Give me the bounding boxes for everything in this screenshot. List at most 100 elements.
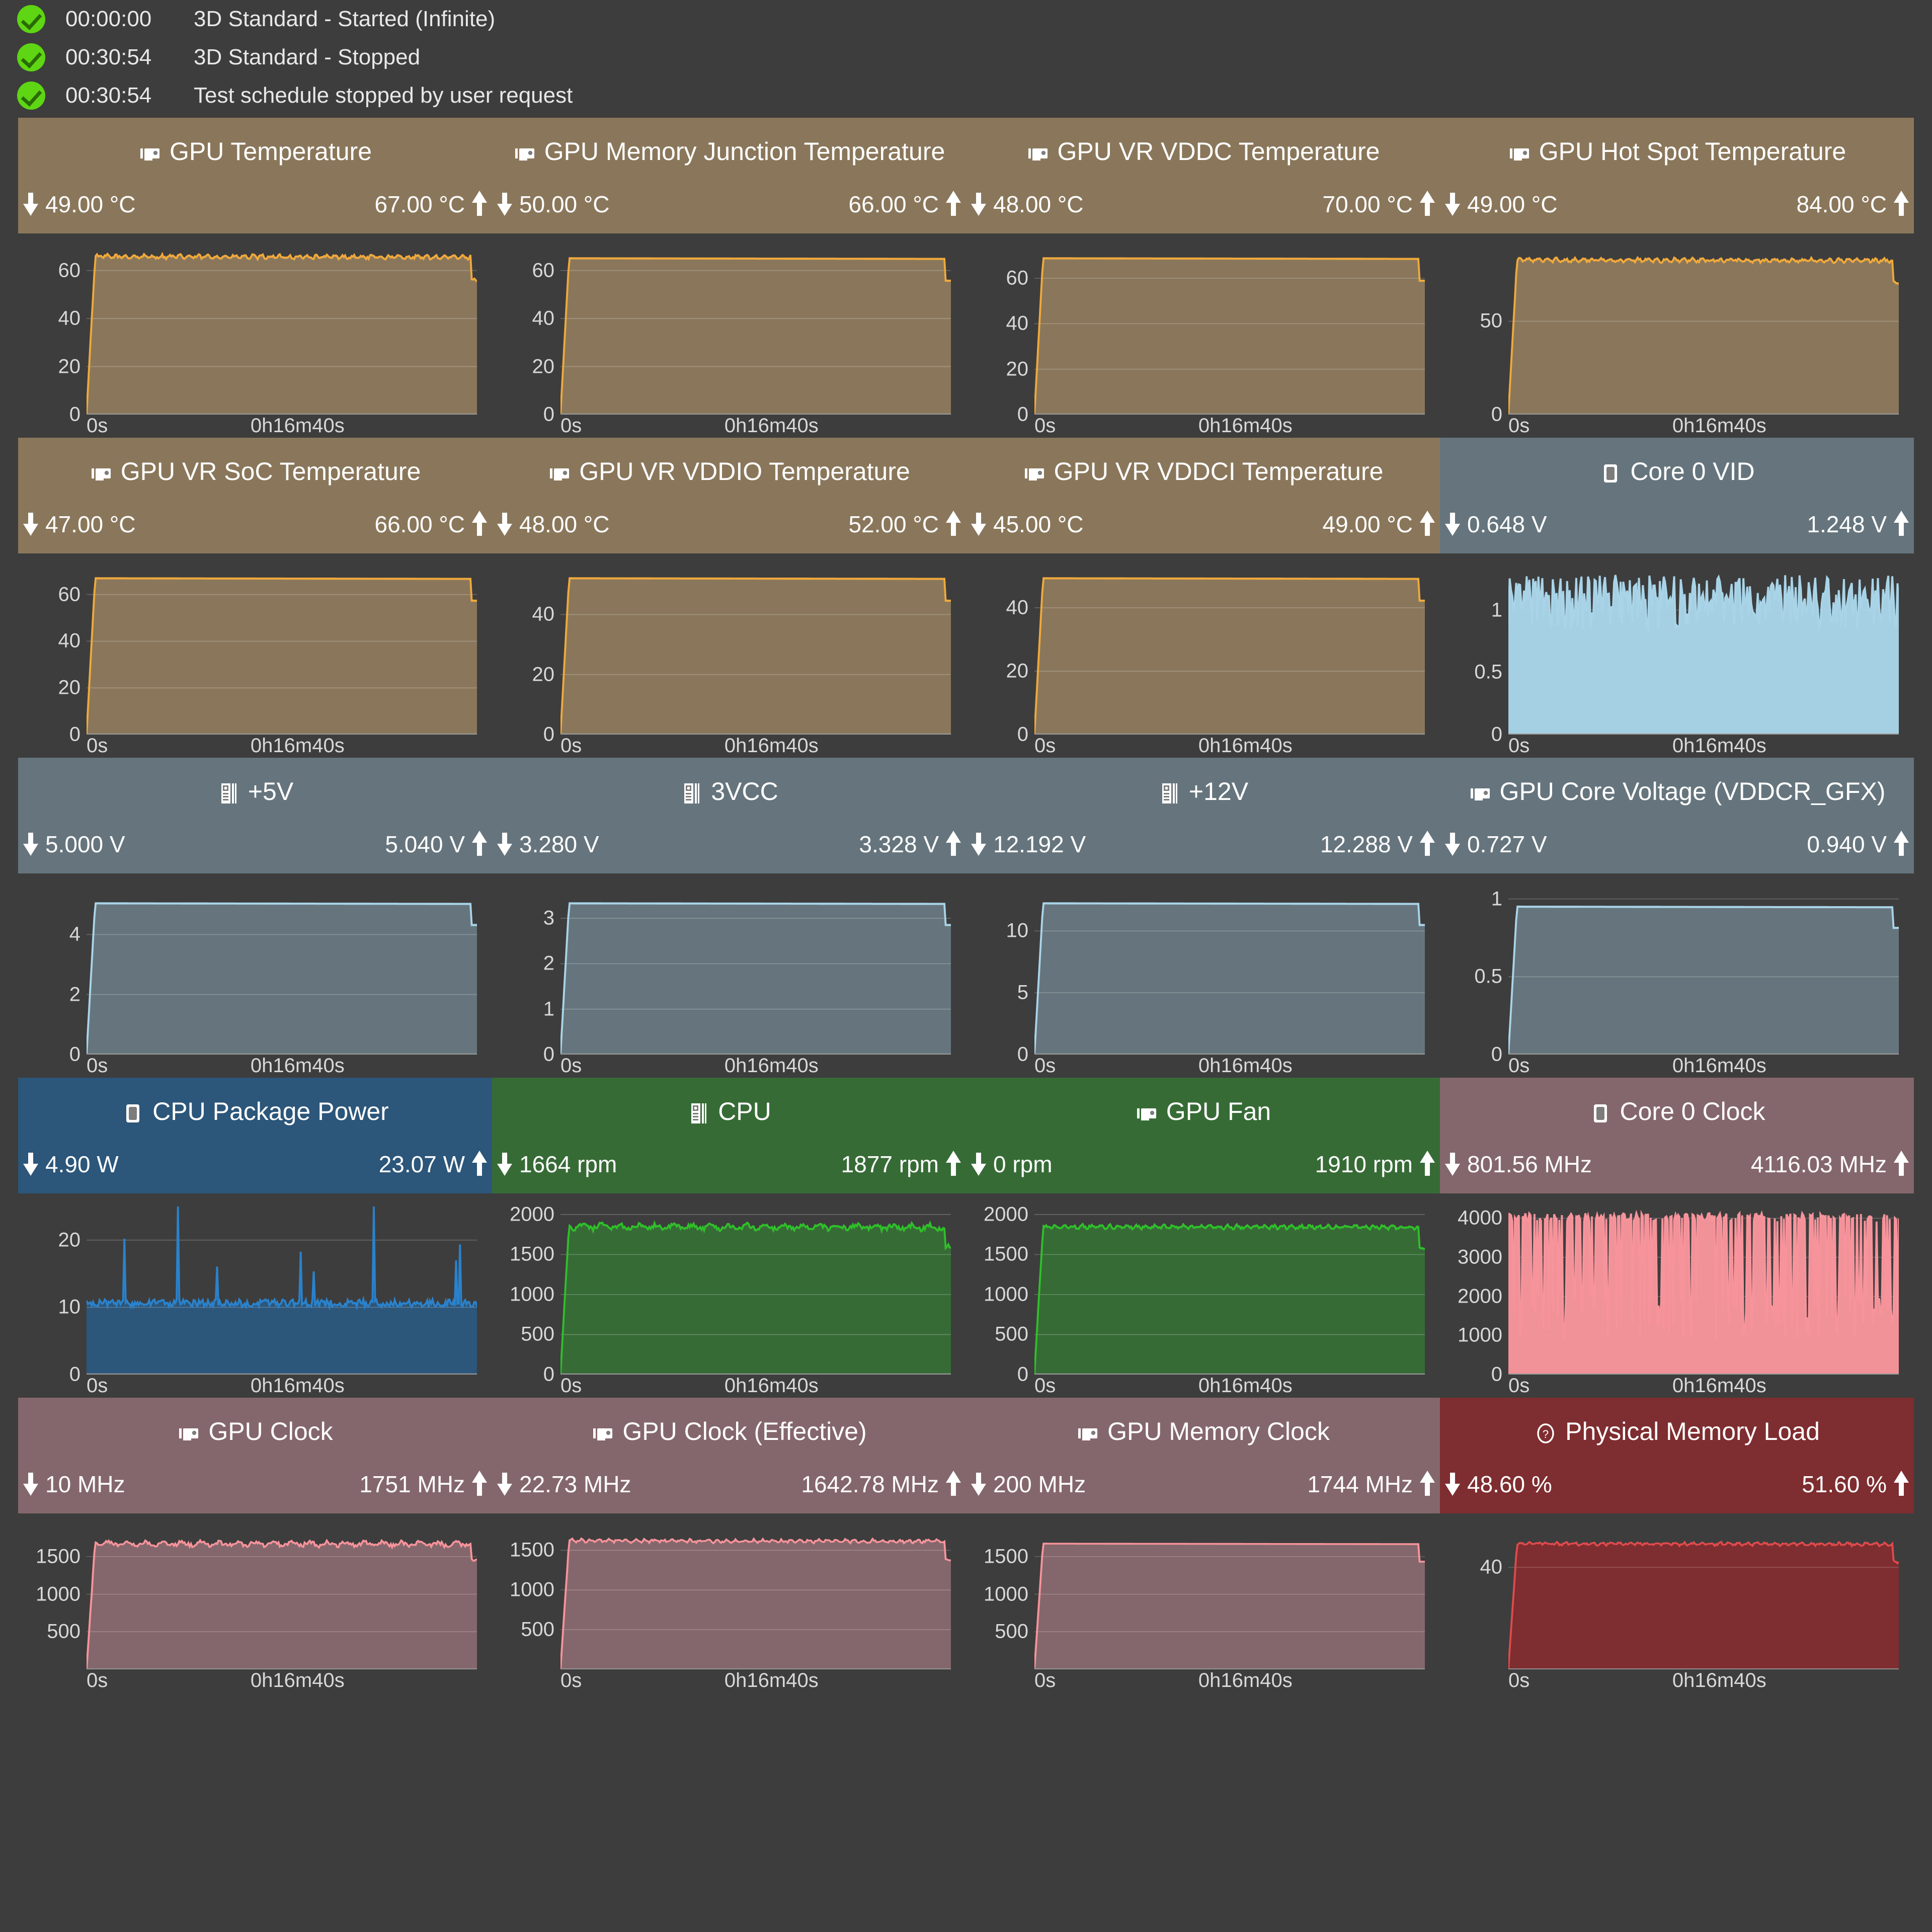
max-arrow-icon — [1894, 191, 1909, 216]
sensor-chart-gpu-temperature: 0 20 40 60 0s 0h16m40s — [18, 233, 492, 438]
y-axis-tick: 500 — [995, 1620, 1028, 1643]
x-axis-start: 0s — [1508, 1669, 1530, 1692]
plot-area — [1508, 1526, 1899, 1669]
x-axis-start: 0s — [560, 735, 582, 757]
sensor-min: 45.00 °C — [971, 511, 1084, 538]
gpu-icon — [1023, 462, 1046, 485]
sensor-max-value: 51.60 % — [1802, 1471, 1887, 1497]
gpu-icon — [591, 1422, 614, 1445]
sensor-chart-gpu-memory-clock: 500 1000 1500 0s 0h16m40s — [966, 1513, 1440, 1693]
y-axis-tick: 5 — [1017, 981, 1028, 1004]
x-axis-end: 0h16m40s — [1672, 415, 1766, 437]
sensor-values: 0.648 V 1.248 V — [1440, 508, 1914, 540]
x-axis-end: 0h16m40s — [250, 735, 345, 757]
x-axis-start: 0s — [1034, 415, 1056, 437]
log-time: 00:00:00 — [65, 7, 152, 31]
sensor-panel-gpu-core-voltage[interactable]: GPU Core Voltage (VDDCR_GFX) 0.727 V 0.940… — [1440, 758, 1914, 873]
sensor-panel-cpu-fan[interactable]: CPU 1664 rpm 1877 rpm — [492, 1078, 966, 1193]
sensor-min-value: 50.00 °C — [519, 191, 610, 217]
y-axis-tick: 60 — [58, 583, 81, 606]
sensor-max: 3.328 V — [859, 831, 961, 858]
sensor-panel-plus-12v[interactable]: +12V 12.192 V 12.288 V — [966, 758, 1440, 873]
plot-area — [1034, 1526, 1425, 1669]
x-axis-end: 0h16m40s — [1672, 1055, 1766, 1077]
y-axis-tick: 4 — [69, 923, 80, 945]
sensor-panel-gpu-vr-vddc-temperature[interactable]: GPU VR VDDC Temperature 48.00 °C 70.00 °C — [966, 118, 1440, 233]
x-axis: 0s 0h16m40s — [560, 415, 951, 438]
y-axis-tick: 60 — [1006, 267, 1029, 289]
min-arrow-icon — [497, 193, 512, 216]
sensor-panel-gpu-clock-effective[interactable]: GPU Clock (Effective) 22.73 MHz 1642.78 MH… — [492, 1398, 966, 1513]
sensor-min-value: 48.00 °C — [993, 191, 1084, 217]
sensor-panel-core-0-clock[interactable]: Core 0 Clock 801.56 MHz 4116.03 MHz — [1440, 1078, 1914, 1193]
sensor-panel-physical-memory-load[interactable]: ? Physical Memory Load 48.60 % 51.60 % — [1440, 1398, 1914, 1513]
sensor-panel-gpu-vr-vddci-temperature[interactable]: GPU VR VDDCI Temperature 45.00 °C 49.00 °C — [966, 438, 1440, 553]
gpu-icon — [513, 142, 536, 165]
y-axis-tick: 20 — [532, 355, 555, 378]
sensor-panel-gpu-memory-junction-temperature[interactable]: GPU Memory Junction Temperature 50.00 °C 6… — [492, 118, 966, 233]
sensor-title-text: GPU Core Voltage (VDDCR_GFX) — [1499, 777, 1886, 806]
sensor-max-value: 67.00 °C — [374, 191, 465, 217]
x-axis: 0s 0h16m40s — [1034, 1669, 1425, 1693]
sensor-title: CPU — [492, 1097, 966, 1126]
sensor-max: 67.00 °C — [374, 191, 487, 218]
sensor-panel-gpu-fan[interactable]: GPU Fan 0 rpm 1910 rpm — [966, 1078, 1440, 1193]
log-row: 00:00:00 3D Standard - Started (Infinite… — [0, 0, 1932, 38]
x-axis-start: 0s — [560, 1669, 582, 1692]
sensor-panel-plus-5v[interactable]: +5V 5.000 V 5.040 V — [18, 758, 492, 873]
max-arrow-icon — [1420, 1471, 1435, 1496]
x-axis-end: 0h16m40s — [724, 415, 819, 437]
plot-area — [1034, 247, 1425, 415]
x-axis-end: 0h16m40s — [1198, 415, 1293, 437]
plot-area — [560, 247, 951, 415]
x-axis-end: 0h16m40s — [250, 1375, 345, 1397]
plot-area — [87, 567, 477, 735]
sensor-title: +12V — [966, 777, 1440, 806]
max-arrow-icon — [472, 1471, 487, 1496]
sensor-panel-gpu-vr-soc-temperature[interactable]: GPU VR SoC Temperature 47.00 °C 66.00 °C — [18, 438, 492, 553]
sensor-min-value: 3.280 V — [519, 831, 599, 857]
sensor-chart-gpu-vr-vddci-temperature: 0 20 40 0s 0h16m40s — [966, 553, 1440, 758]
y-axis-tick: 0 — [1017, 403, 1028, 426]
max-arrow-icon — [1420, 191, 1435, 216]
y-axis-tick: 2 — [69, 983, 80, 1006]
sensor-panel-gpu-temperature[interactable]: GPU Temperature 49.00 °C 67.00 °C — [18, 118, 492, 233]
min-arrow-icon — [23, 193, 38, 216]
sensor-title-text: GPU Memory Junction Temperature — [544, 137, 945, 166]
sensor-values: 47.00 °C 66.00 °C — [18, 508, 492, 540]
sensor-max: 1744 MHz — [1307, 1471, 1435, 1498]
sensor-max: 49.00 °C — [1322, 511, 1435, 538]
sensor-title: GPU VR VDDIO Temperature — [492, 457, 966, 486]
y-axis-tick: 60 — [532, 259, 555, 282]
x-axis-start: 0s — [87, 415, 108, 437]
plot-area — [1034, 887, 1425, 1055]
sensor-panel-gpu-hot-spot-temperature[interactable]: GPU Hot Spot Temperature 49.00 °C 84.00 °C — [1440, 118, 1914, 233]
sensor-max-value: 70.00 °C — [1322, 191, 1413, 217]
sensor-panel-gpu-memory-clock[interactable]: GPU Memory Clock 200 MHz 1744 MHz — [966, 1398, 1440, 1513]
y-axis-tick: 10 — [58, 1296, 81, 1318]
plot-area — [560, 567, 951, 735]
sensor-values: 48.60 % 51.60 % — [1440, 1468, 1914, 1500]
y-axis-tick: 0 — [1491, 1043, 1502, 1066]
sensor-panel-cpu-package-power[interactable]: CPU Package Power 4.90 W 23.07 W — [18, 1078, 492, 1193]
x-axis: 0s 0h16m40s — [1508, 1669, 1899, 1693]
x-axis-start: 0s — [1034, 1669, 1056, 1692]
sensor-min-value: 49.00 °C — [1467, 191, 1558, 217]
sensor-max-value: 66.00 °C — [374, 511, 465, 537]
sensor-max-value: 49.00 °C — [1322, 511, 1413, 537]
sensor-max-value: 0.940 V — [1807, 831, 1887, 857]
sensor-panel-core-0-vid[interactable]: Core 0 VID 0.648 V 1.248 V — [1440, 438, 1914, 553]
sensor-min-value: 4.90 W — [45, 1151, 119, 1177]
sensor-min: 48.00 °C — [497, 511, 610, 538]
sensor-panel-gpu-clock[interactable]: GPU Clock 10 MHz 1751 MHz — [18, 1398, 492, 1513]
sensor-min-value: 0 rpm — [993, 1151, 1053, 1177]
sensor-chart-gpu-vr-vddio-temperature: 0 20 40 0s 0h16m40s — [492, 553, 966, 758]
sensor-panel-3vcc[interactable]: 3VCC 3.280 V 3.328 V — [492, 758, 966, 873]
sensor-max-value: 52.00 °C — [848, 511, 939, 537]
gpu-icon — [90, 462, 113, 485]
x-axis: 0s 0h16m40s — [1508, 415, 1899, 438]
max-arrow-icon — [1894, 511, 1909, 536]
sensor-panel-gpu-vr-vddio-temperature[interactable]: GPU VR VDDIO Temperature 48.00 °C 52.00 °C — [492, 438, 966, 553]
y-axis-tick: 40 — [1006, 596, 1029, 619]
x-axis: 0s 0h16m40s — [87, 1375, 477, 1398]
